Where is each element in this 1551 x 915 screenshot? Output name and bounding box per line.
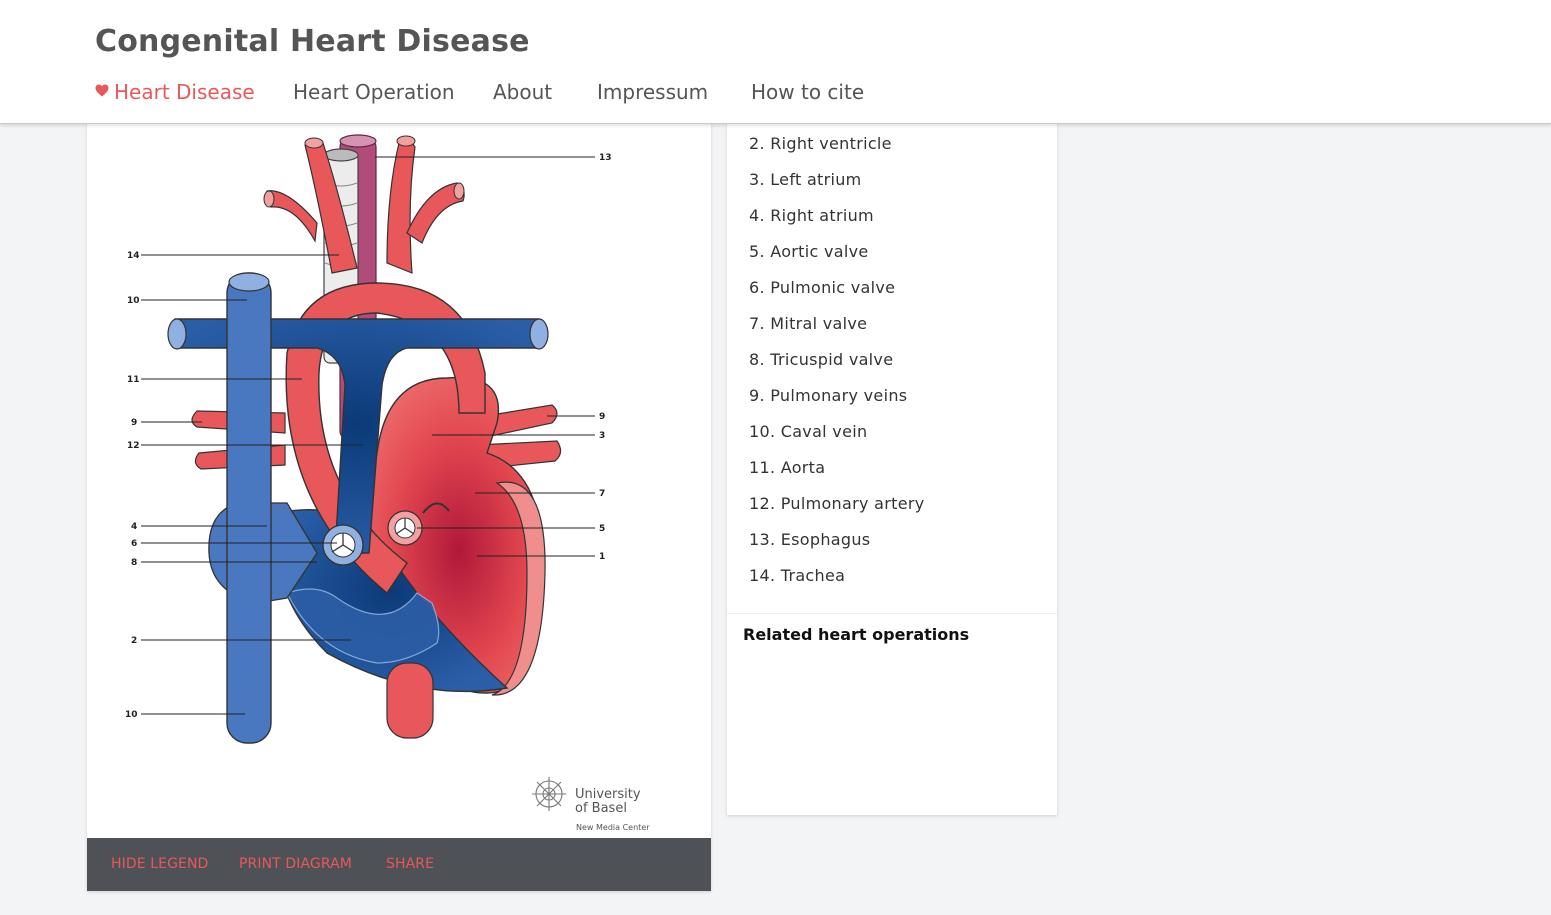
diagram-label: 9 [131, 418, 137, 428]
diagram-label: 7 [599, 489, 605, 499]
pa-right-opening [529, 318, 549, 350]
site-header: Congenital Heart Disease Heart Disease H… [0, 0, 1551, 124]
legend-divider [727, 613, 1057, 614]
heart-diagram: 13 14 10 11 9 12 4 6 8 2 10 9 3 7 5 1 Un… [125, 134, 650, 832]
nav-impressum[interactable]: Impressum [597, 80, 708, 104]
logo-name-line1: University [575, 787, 641, 802]
legend-item: 9. Pulmonary veins [749, 386, 908, 405]
diagram-label: 8 [131, 558, 137, 568]
nav-heart-disease[interactable]: Heart Disease [95, 80, 255, 104]
nav-about[interactable]: About [493, 80, 552, 104]
caval-vein [226, 272, 272, 744]
diagram-label: 12 [127, 441, 140, 451]
legend-item: 3. Left atrium [749, 170, 862, 189]
hide-legend-button[interactable]: HIDE LEGEND [111, 856, 208, 872]
legend-list: 2. Right ventricle 3. Left atrium 4. Rig… [749, 133, 924, 601]
university-logo: University of Basel New Media Center [532, 777, 650, 832]
legend-item: 12. Pulmonary artery [749, 494, 925, 513]
diagram-label: 6 [131, 539, 137, 549]
legend-item: 7. Mitral valve [749, 314, 868, 333]
diagram-label: 1 [599, 552, 605, 562]
nav-heart-operation[interactable]: Heart Operation [293, 80, 455, 104]
diagram-toolbar: HIDE LEGEND PRINT DIAGRAM SHARE [87, 838, 711, 891]
legend-item: 14. Trachea [749, 566, 846, 585]
diagram-label: 9 [599, 412, 605, 422]
basel-snowflake-icon [532, 777, 566, 811]
print-diagram-button[interactable]: PRINT DIAGRAM [239, 856, 352, 872]
diagram-label: 11 [127, 375, 140, 385]
legend-item: 10. Caval vein [749, 422, 868, 441]
share-button[interactable]: SHARE [386, 856, 434, 872]
pulmonic-valve [322, 524, 364, 566]
legend-item: 2. Right ventricle [749, 134, 892, 153]
diagram-label: 2 [131, 636, 137, 646]
legend-item: 11. Aorta [749, 458, 826, 477]
diagram-label: 5 [599, 524, 605, 534]
caval-vein-opening [228, 272, 270, 292]
heart-icon [95, 84, 109, 97]
legend-item: 8. Tricuspid valve [749, 350, 894, 369]
esophagus-top [339, 134, 377, 148]
pa-left-opening [167, 318, 187, 350]
logo-sub: New Media Center [576, 823, 650, 832]
diagram-label: 14 [127, 251, 140, 261]
diagram-label: 10 [127, 296, 140, 306]
trachea-top [323, 148, 359, 162]
legend-item: 5. Aortic valve [749, 242, 869, 261]
legend-item: 4. Right atrium [749, 206, 874, 225]
related-operations-title: Related heart operations [743, 625, 970, 644]
diagram-label: 4 [131, 522, 137, 532]
diagram-label: 13 [599, 153, 612, 163]
legend-item: 6. Pulmonic valve [749, 278, 896, 297]
legend-item: 13. Esophagus [749, 530, 871, 549]
diagram-label: 10 [125, 710, 138, 720]
nav-how-to-cite[interactable]: How to cite [751, 80, 864, 104]
diagram-label: 3 [599, 431, 605, 441]
nav-label: Heart Disease [114, 80, 255, 104]
descending-vessel [386, 662, 434, 739]
diagram-card: 13 14 10 11 9 12 4 6 8 2 10 9 3 7 5 1 Un… [87, 123, 711, 891]
site-title[interactable]: Congenital Heart Disease [95, 24, 530, 59]
legend-card: 2. Right ventricle 3. Left atrium 4. Rig… [727, 123, 1057, 815]
logo-name-line2: of Basel [575, 801, 627, 816]
aortic-valve [387, 510, 423, 546]
